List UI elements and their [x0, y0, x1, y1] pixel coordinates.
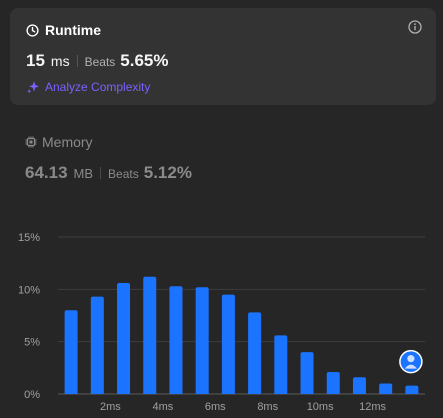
- analyze-complexity-label: Analyze Complexity: [45, 80, 151, 94]
- y-tick-label: 15%: [18, 232, 40, 244]
- user-avatar-head-icon: [407, 355, 415, 363]
- runtime-value: 15: [26, 51, 45, 70]
- analyze-complexity-link[interactable]: Analyze Complexity: [26, 80, 150, 94]
- chart-bar: [221, 294, 235, 394]
- chart-bar: [248, 312, 262, 394]
- divider: [100, 167, 102, 179]
- runtime-metric: 15 ms Beats 5.65%: [26, 51, 168, 71]
- divider: [76, 55, 78, 67]
- chart-bar: [64, 310, 78, 394]
- runtime-distribution-chart[interactable]: 0% 5% 10% 15% 2ms 4ms 6ms 8ms 10ms 12ms: [0, 220, 443, 418]
- chart-bar: [300, 352, 314, 394]
- memory-value: 64.13: [25, 163, 68, 182]
- y-tick-label: 10%: [18, 284, 40, 296]
- x-tick-label: 4ms: [152, 401, 173, 413]
- x-tick-label: 12ms: [359, 401, 386, 413]
- runtime-card[interactable]: Runtime 15 ms Beats 5.65% Analyze Comple…: [10, 8, 436, 105]
- y-tick-label: 5%: [24, 337, 40, 349]
- info-icon[interactable]: [408, 20, 422, 34]
- chart-bar: [90, 296, 104, 394]
- memory-unit: MB: [73, 166, 94, 181]
- memory-beats-value: 5.12%: [143, 163, 192, 182]
- chart-bars: [64, 276, 419, 394]
- chart-bar: [143, 276, 157, 394]
- chart-bar: [352, 377, 366, 394]
- chart-bar: [326, 372, 340, 394]
- x-tick-label: 10ms: [307, 401, 334, 413]
- memory-chip-icon: [25, 136, 37, 148]
- chart-bar: [117, 283, 131, 394]
- y-tick-label: 0%: [24, 389, 40, 401]
- runtime-beats-label: Beats: [84, 55, 116, 69]
- x-tick-label: 6ms: [205, 401, 226, 413]
- clock-icon: [26, 23, 39, 37]
- sparkle-icon: [27, 81, 39, 94]
- chart-bar: [379, 383, 393, 394]
- runtime-title: Runtime: [45, 22, 101, 38]
- chart-bar: [169, 286, 183, 394]
- chart-marker: [399, 349, 423, 374]
- memory-beats-label: Beats: [108, 167, 139, 181]
- x-tick-label: 8ms: [257, 401, 278, 413]
- memory-title: Memory: [42, 134, 93, 150]
- x-tick-label: 2ms: [100, 401, 121, 413]
- runtime-beats-value: 5.65%: [120, 51, 169, 70]
- chart-bar: [405, 385, 419, 394]
- memory-metric: 64.13 MB Beats 5.12%: [25, 163, 192, 183]
- runtime-unit: ms: [50, 53, 70, 69]
- runtime-header: Runtime: [26, 22, 101, 38]
- chart-bar: [274, 335, 288, 394]
- chart-grid: [58, 236, 425, 395]
- memory-header[interactable]: Memory: [25, 134, 93, 150]
- chart-bar: [195, 287, 209, 394]
